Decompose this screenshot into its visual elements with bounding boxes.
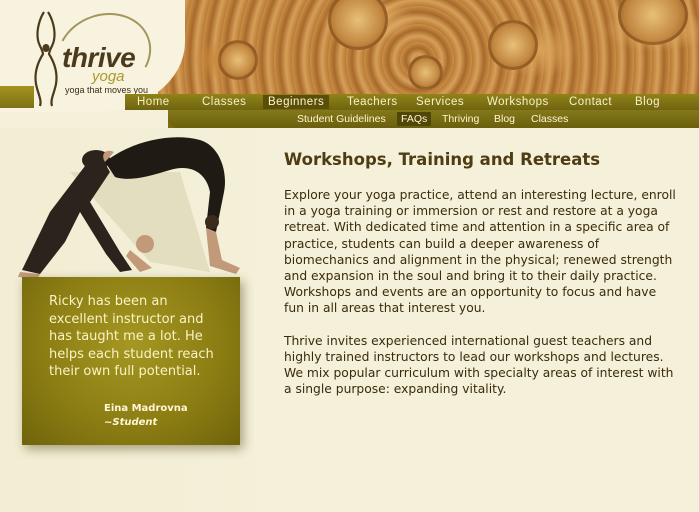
main-content: Workshops, Training and Retreats Explore…	[284, 150, 679, 413]
subnav-faqs[interactable]: FAQs	[397, 112, 432, 126]
page-title: Workshops, Training and Retreats	[284, 150, 601, 169]
nav-services[interactable]: Services	[411, 95, 469, 109]
testimonial-author: Eina Madrovna	[104, 403, 188, 414]
sub-nav: Student Guidelines FAQs Thriving Blog Cl…	[168, 110, 699, 128]
intro-paragraph: Explore your yoga practice, attend an in…	[284, 188, 676, 316]
testimonial-box: Ricky has been an excellent instructor a…	[22, 277, 240, 445]
guest-teachers-paragraph: Thrive invites experienced international…	[284, 333, 674, 397]
nav-workshops[interactable]: Workshops	[482, 95, 554, 109]
testimonial-role: ~Student	[104, 417, 158, 428]
testimonial-author-block: Eina Madrovna ~Student	[104, 402, 224, 430]
subnav-blog[interactable]: Blog	[490, 112, 519, 126]
header-banner-image	[158, 0, 699, 94]
nav-left-tab	[0, 86, 34, 108]
main-nav: Home Classes Beginners Teachers Services…	[125, 94, 699, 110]
subnav-student-guidelines[interactable]: Student Guidelines	[293, 112, 390, 126]
testimonial-quote: Ricky has been an excellent instructor a…	[49, 294, 214, 379]
nav-contact[interactable]: Contact	[564, 95, 617, 109]
nav-beginners[interactable]: Beginners	[263, 95, 330, 109]
logo-subword: yoga	[92, 68, 125, 85]
subnav-thriving[interactable]: Thriving	[438, 112, 483, 126]
nav-home[interactable]: Home	[132, 95, 175, 109]
yoga-pose-photo	[18, 137, 240, 278]
nav-blog[interactable]: Blog	[630, 95, 665, 109]
nav-classes[interactable]: Classes	[197, 95, 251, 109]
subnav-classes[interactable]: Classes	[527, 112, 572, 126]
nav-teachers[interactable]: Teachers	[342, 95, 403, 109]
